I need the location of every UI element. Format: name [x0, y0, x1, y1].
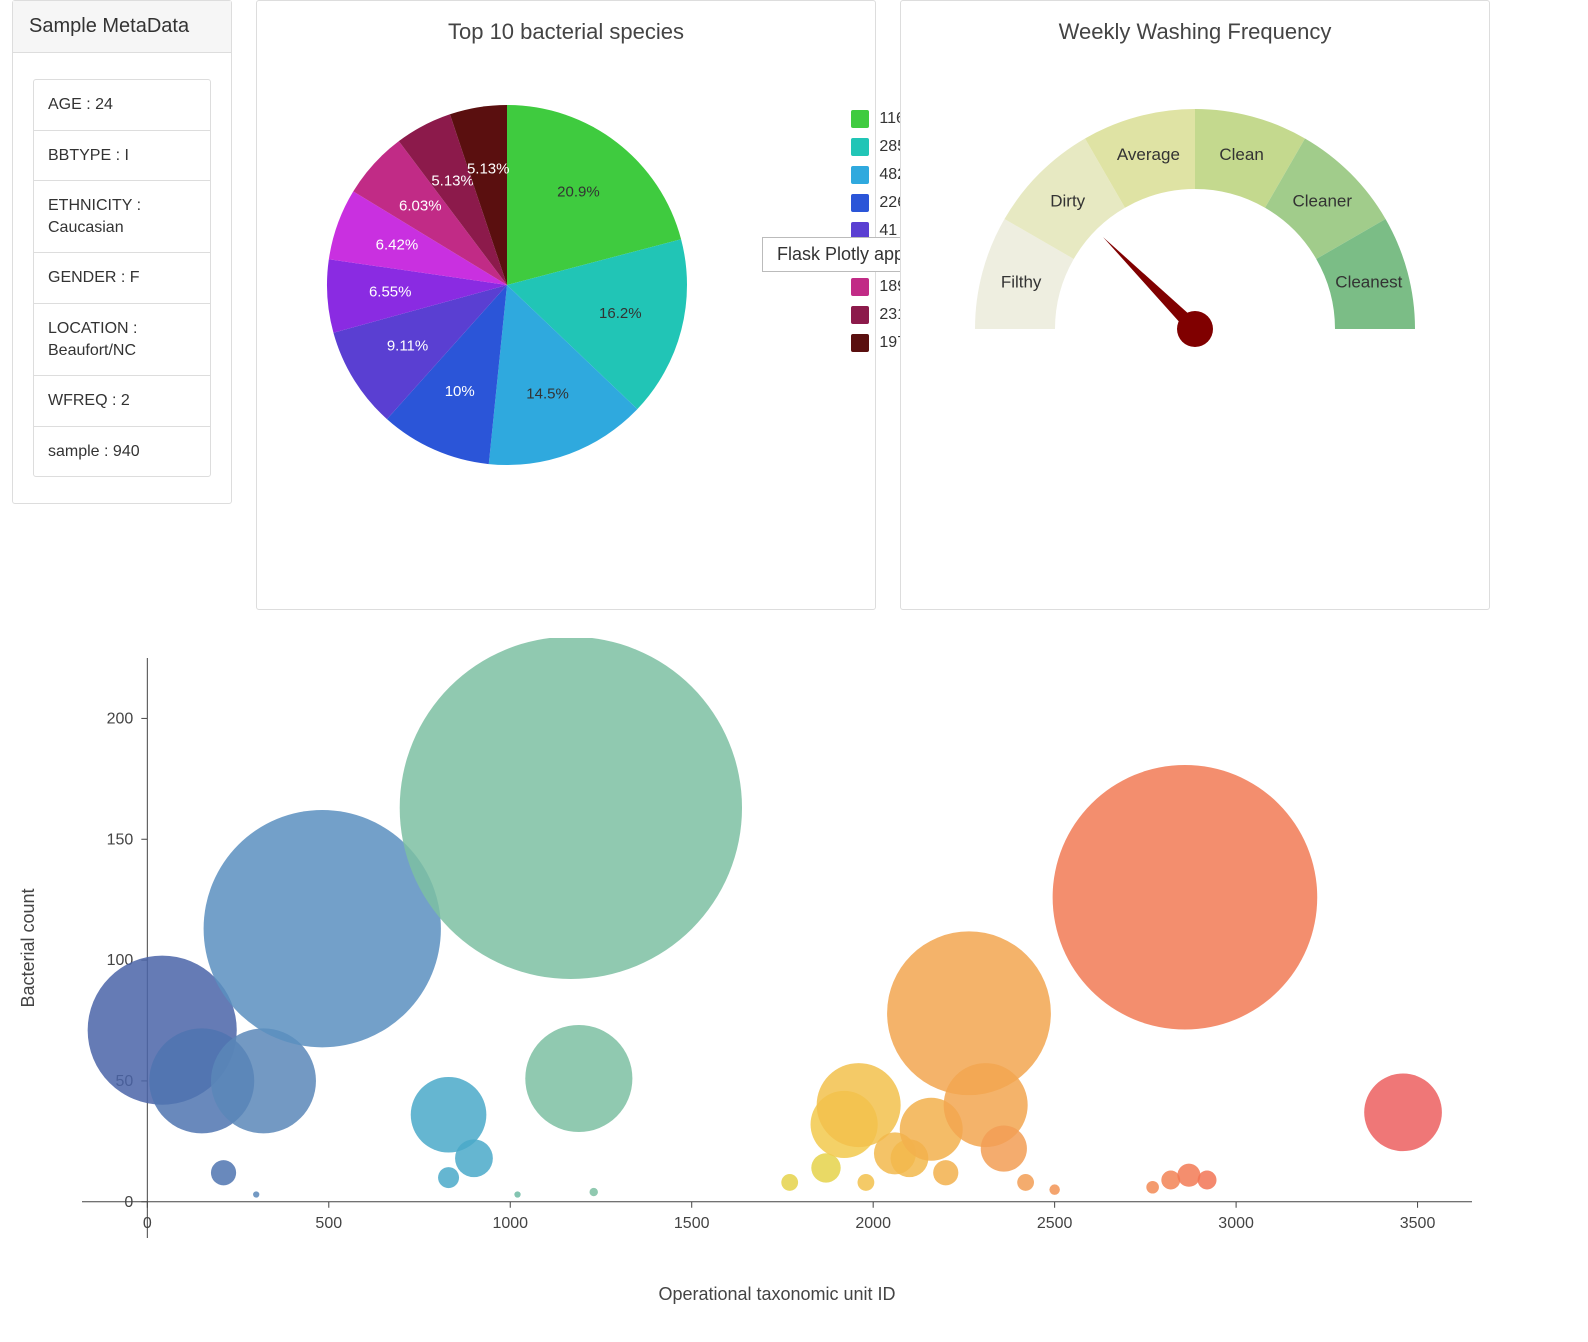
metadata-cell: BBTYPE : I: [34, 131, 210, 182]
legend-swatch: [851, 166, 869, 184]
legend-swatch: [851, 194, 869, 212]
pie-chart-panel: Top 10 bacterial species 20.9% 16.2% 14.5%…: [256, 0, 876, 610]
y-axis-title: Bacterial count: [18, 888, 38, 1007]
metadata-cell: WFREQ : 2: [34, 376, 210, 427]
x-tick-label: 1500: [674, 1215, 710, 1232]
gauge-segment-label: Dirty: [1050, 192, 1085, 211]
pie-chart[interactable]: 20.9% 16.2% 14.5% 10% 9.11% 6.55% 6.42% 6.03% 5.…: [307, 85, 707, 485]
gauge-chart-panel: Weekly Washing Frequency Filthy Dirty Aver…: [900, 0, 1490, 610]
metadata-cell: AGE : 24: [34, 80, 210, 131]
gauge-hub: [1177, 311, 1213, 347]
x-axis-title: Operational taxonomic unit ID: [658, 1284, 895, 1304]
pie-chart-title: Top 10 bacterial species: [257, 1, 875, 45]
metadata-cell: ETHNICITY : Caucasian: [34, 181, 210, 253]
bubble-point[interactable]: [1177, 1164, 1200, 1187]
y-tick-label: 150: [107, 831, 134, 848]
legend-swatch: [851, 138, 869, 156]
bubble-point[interactable]: [781, 1174, 798, 1191]
bubble-point[interactable]: [455, 1139, 493, 1177]
bubble-point[interactable]: [590, 1188, 598, 1196]
legend-swatch: [851, 110, 869, 128]
x-tick-label: 1000: [492, 1215, 528, 1232]
pie-slice-label: 9.11%: [387, 338, 428, 355]
gauge-segment-label: Average: [1117, 145, 1180, 164]
x-tick-label: 0: [143, 1215, 152, 1232]
plot-tooltip: Flask Plotly app: [762, 237, 919, 272]
bubble-point[interactable]: [811, 1153, 840, 1182]
bubble-chart[interactable]: 0500100015002000250030003500050100150200…: [12, 638, 1502, 1318]
legend-swatch: [851, 278, 869, 296]
bubble-point[interactable]: [1161, 1171, 1180, 1190]
x-tick-label: 2500: [1037, 1215, 1073, 1232]
bubble-point[interactable]: [981, 1125, 1027, 1171]
bubble-point[interactable]: [400, 638, 742, 979]
bubble-point[interactable]: [1053, 765, 1318, 1030]
bubble-point[interactable]: [1146, 1181, 1159, 1194]
bubble-point[interactable]: [1198, 1171, 1217, 1190]
bubble-point[interactable]: [933, 1160, 958, 1185]
metadata-cell: GENDER : F: [34, 253, 210, 304]
x-tick-label: 3500: [1400, 1215, 1436, 1232]
bubble-point[interactable]: [858, 1174, 875, 1191]
bubble-point[interactable]: [1049, 1184, 1060, 1195]
gauge-segment-label: Clean: [1219, 145, 1263, 164]
pie-slice-label: 6.55%: [369, 283, 412, 300]
pie-slice-label: 10%: [445, 383, 475, 400]
metadata-table: AGE : 24BBTYPE : IETHNICITY : CaucasianG…: [33, 79, 211, 477]
x-tick-label: 3000: [1218, 1215, 1254, 1232]
y-tick-label: 0: [124, 1194, 133, 1211]
bubble-points[interactable]: [88, 638, 1442, 1198]
bubble-point[interactable]: [525, 1025, 632, 1132]
gauge-chart-title: Weekly Washing Frequency: [901, 1, 1489, 45]
sample-metadata-title: Sample MetaData: [13, 1, 231, 53]
gauge-chart[interactable]: Filthy Dirty Average Clean Cleaner Cleanest: [915, 69, 1475, 429]
x-tick-label: 2000: [855, 1215, 891, 1232]
bubble-point[interactable]: [514, 1191, 520, 1197]
pie-slice-label: 6.03%: [399, 197, 442, 214]
gauge-segment-label: Cleanest: [1335, 272, 1402, 291]
pie-slice-label: 14.5%: [526, 386, 569, 403]
pie-slice-label: 16.2%: [599, 305, 642, 322]
bubble-point[interactable]: [438, 1167, 459, 1188]
bubble-chart-panel: 0500100015002000250030003500050100150200…: [12, 638, 1502, 1318]
gauge-segment-label: Cleaner: [1293, 192, 1353, 211]
bubble-point[interactable]: [211, 1160, 236, 1185]
metadata-cell: LOCATION : Beaufort/NC: [34, 304, 210, 376]
pie-slice-label: 5.13%: [467, 160, 510, 177]
y-tick-label: 200: [107, 710, 134, 727]
bubble-point[interactable]: [253, 1191, 259, 1197]
pie-slice-label: 6.42%: [376, 236, 419, 253]
sample-metadata-panel: Sample MetaData AGE : 24BBTYPE : IETHNIC…: [12, 0, 232, 504]
x-tick-label: 500: [315, 1215, 342, 1232]
bubble-point[interactable]: [1017, 1174, 1034, 1191]
bubble-point[interactable]: [1364, 1073, 1442, 1151]
legend-swatch: [851, 334, 869, 352]
gauge-segment-label: Filthy: [1001, 272, 1042, 291]
metadata-cell: sample : 940: [34, 427, 210, 477]
pie-slice-label: 20.9%: [557, 183, 600, 200]
legend-swatch: [851, 306, 869, 324]
